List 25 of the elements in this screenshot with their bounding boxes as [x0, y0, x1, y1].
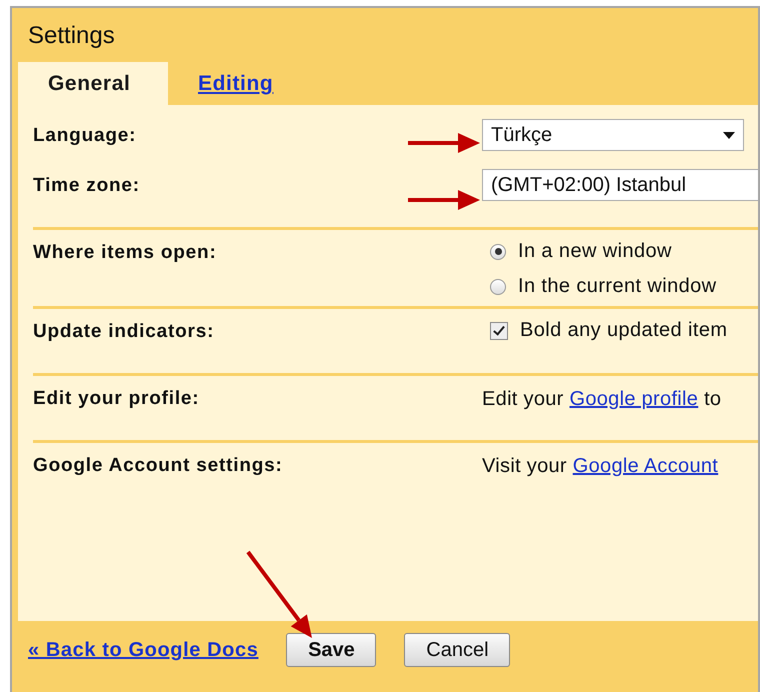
window-title: Settings	[27, 21, 116, 51]
save-button[interactable]: Save	[286, 633, 376, 667]
description-text: Edit your Google profile to	[482, 387, 722, 411]
setting-label: Google Account settings:	[33, 455, 283, 477]
checkbox[interactable]	[490, 322, 508, 340]
radio-button[interactable]	[490, 278, 506, 294]
option-label: In the current window	[518, 275, 716, 298]
checkbox-label: Bold any updated item	[520, 319, 728, 342]
radio-button[interactable]	[490, 244, 506, 260]
language-dropdown[interactable]: Türkçe	[482, 119, 744, 151]
setting-label: Edit your profile:	[33, 388, 200, 410]
tab[interactable]: General	[18, 62, 168, 105]
description-text: Visit your Google Account	[482, 454, 720, 478]
text-link[interactable]: Google profile	[569, 388, 698, 410]
timezone-field[interactable]: (GMT+02:00) Istanbul	[482, 169, 758, 201]
option-label: In a new window	[518, 240, 672, 263]
cancel-button[interactable]: Cancel	[404, 633, 510, 667]
setting-label: Where items open:	[33, 242, 217, 264]
setting-label: Time zone:	[33, 175, 140, 197]
setting-label: Update indicators:	[33, 321, 214, 343]
text-link[interactable]: Google Account	[572, 455, 718, 477]
setting-label: Language:	[33, 125, 136, 147]
back-link[interactable]: « Back to Google Docs	[28, 638, 258, 662]
tab[interactable]: Editing	[168, 62, 300, 105]
caret-icon	[723, 132, 735, 138]
